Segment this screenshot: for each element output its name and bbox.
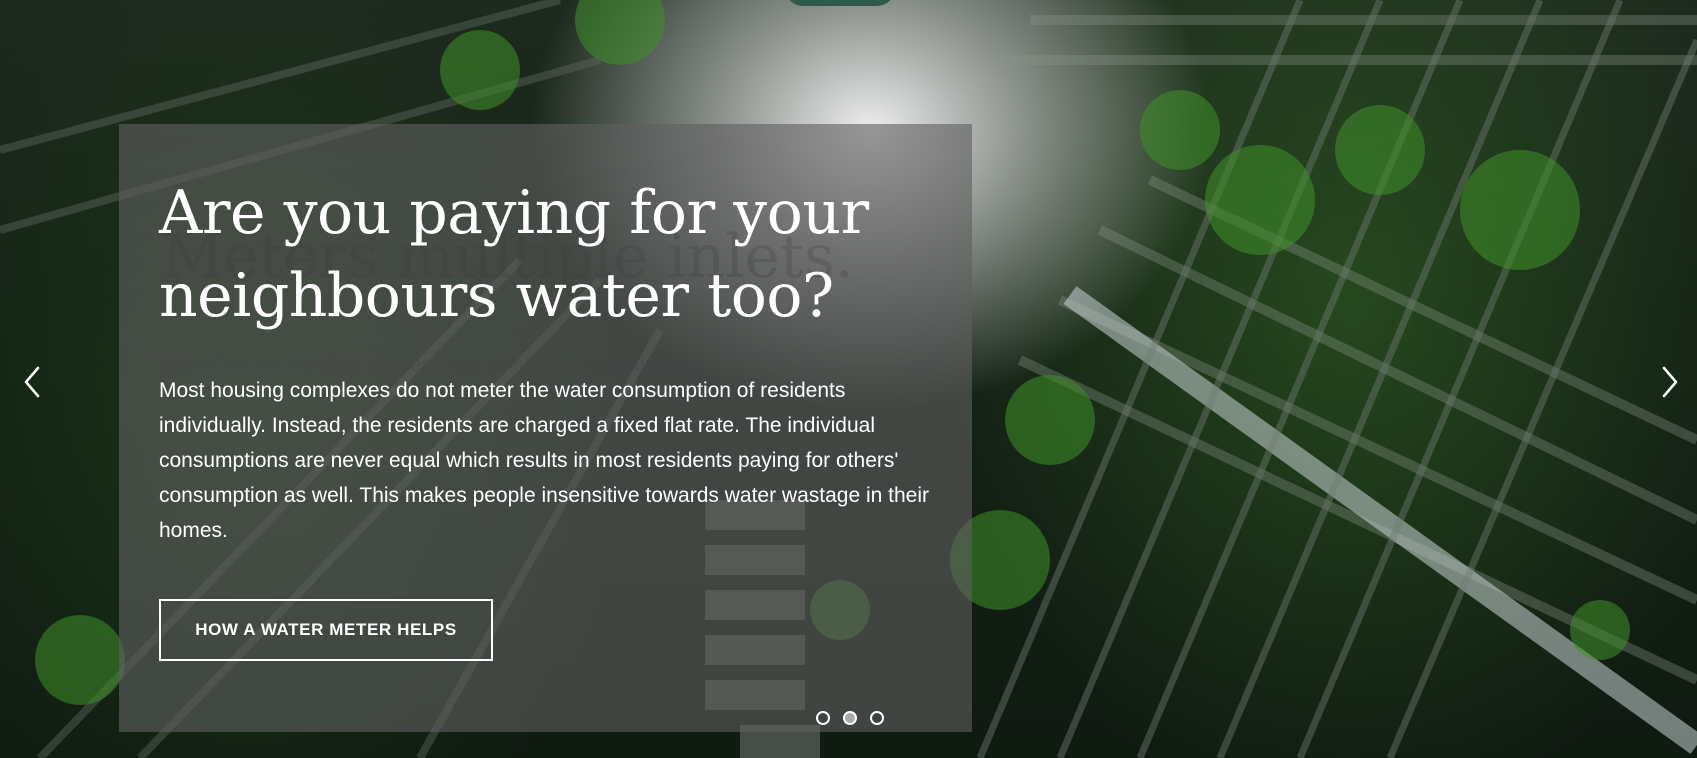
chevron-left-icon: [24, 366, 40, 398]
slide-body-text: Most housing complexes do not meter the …: [159, 379, 929, 542]
chevron-right-icon: [1662, 366, 1678, 398]
slide-headline: Are you paying for your neighbours water…: [159, 178, 869, 331]
hero-slider: Meters multiple inlets. WaterOps are ins…: [0, 0, 1697, 758]
carousel-dot-3[interactable]: [870, 711, 884, 725]
carousel-dot-1[interactable]: [816, 711, 830, 725]
ceiling-lamp: [785, 0, 895, 6]
next-slide-button[interactable]: [1650, 362, 1690, 402]
carousel-dots: [816, 711, 884, 725]
carousel-dot-2[interactable]: [843, 711, 857, 725]
previous-slide-button[interactable]: [12, 362, 52, 402]
how-water-meter-helps-button[interactable]: HOW A WATER METER HELPS: [159, 599, 493, 661]
